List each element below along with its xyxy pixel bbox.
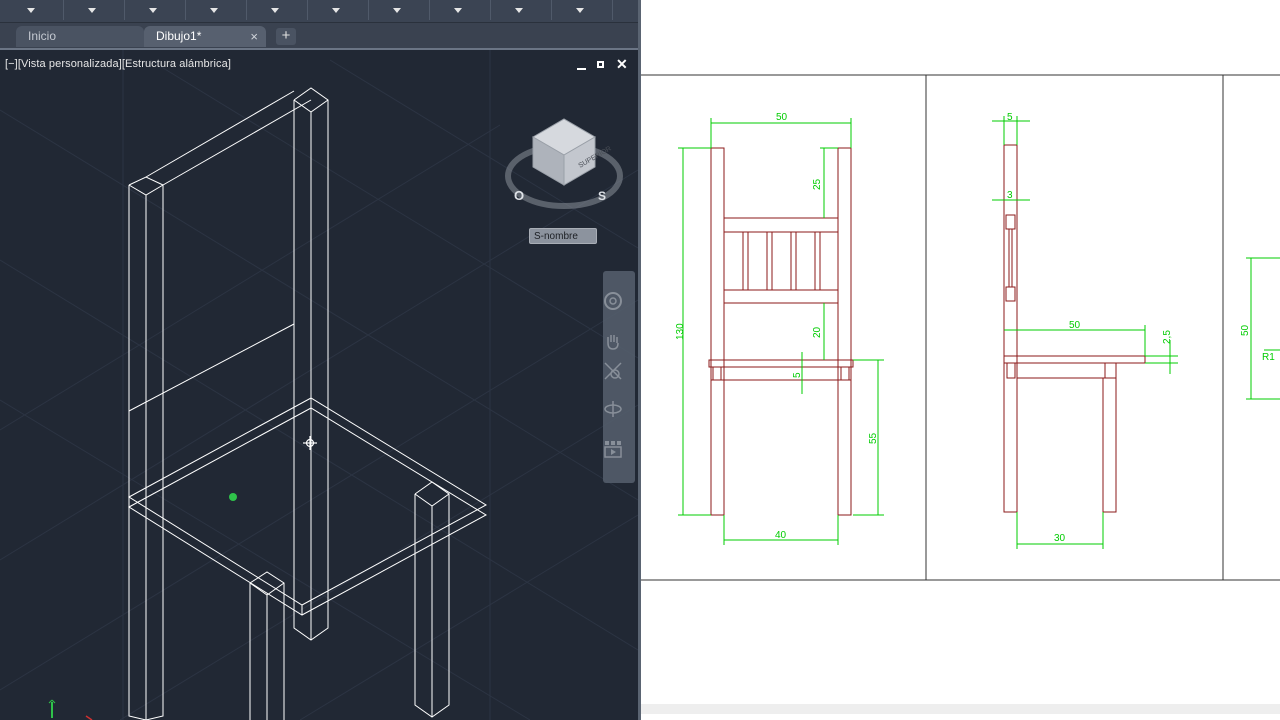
chair-wireframe (128, 87, 488, 720)
pivot-point-marker (229, 493, 237, 501)
dim-front-seat: 5 (792, 372, 803, 378)
file-tab-bar: Inicio Dibujo1* × + (0, 23, 640, 49)
side-view-dimensions (992, 116, 1178, 549)
navigation-bar (603, 271, 635, 483)
dim-front-lower: 20 (812, 326, 823, 338)
wireframe-canvas: SUPERIOR O S (0, 50, 638, 720)
dropdown-caret-icon (88, 8, 96, 13)
front-view-dimensions (678, 118, 884, 545)
close-tab-icon[interactable]: × (250, 26, 258, 47)
dim-side-seat-depth: 50 (1069, 320, 1081, 331)
ribbon-dropdown[interactable] (429, 0, 491, 20)
compass-west[interactable]: O (514, 188, 524, 203)
right-view-dimensions (1246, 257, 1280, 400)
crosshair-cursor (303, 436, 317, 450)
ribbon-dropdown[interactable] (63, 0, 125, 20)
orthographic-views: 50 25 130 20 5 55 40 5 3 50 2,5 30 50 R1 (641, 74, 1280, 714)
dim-right-radius: R1 (1262, 352, 1275, 363)
ribbon-dropdown[interactable] (2, 0, 64, 20)
viewport-controls-label[interactable]: [−][Vista personalizada][Estructura alám… (5, 58, 231, 70)
dropdown-caret-icon (27, 8, 35, 13)
dim-right-height: 50 (1240, 324, 1251, 336)
viewcube[interactable]: SUPERIOR O S (505, 118, 623, 209)
dropdown-caret-icon (149, 8, 157, 13)
showmotion-icon[interactable] (603, 439, 623, 459)
named-view-label: S-nombre (534, 231, 578, 242)
compass-south[interactable]: S (598, 189, 606, 203)
ribbon-dropdown[interactable] (490, 0, 552, 20)
pan-hand-icon[interactable] (603, 331, 623, 351)
dropdown-caret-icon (576, 8, 584, 13)
dim-front-leg: 55 (868, 432, 879, 444)
ribbon-dropdown[interactable] (185, 0, 247, 20)
front-view-outline (708, 147, 854, 516)
tab-dibujo1[interactable]: Dibujo1* × (144, 26, 266, 47)
new-tab-button[interactable]: + (276, 28, 296, 45)
orbit-icon[interactable] (603, 399, 623, 419)
zoom-extents-icon[interactable] (603, 361, 623, 381)
dim-side-seat-thickness: 2,5 (1162, 330, 1173, 344)
dropdown-caret-icon (210, 8, 218, 13)
tab-label: Inicio (28, 29, 57, 43)
close-icon[interactable]: ✕ (616, 57, 628, 71)
ribbon-dropdown[interactable] (368, 0, 430, 20)
ribbon-dropdown[interactable] (246, 0, 308, 20)
plus-icon: + (281, 27, 291, 44)
sheet-scrollbar[interactable] (641, 704, 1280, 714)
tab-label: Dibujo1* (156, 29, 202, 43)
maximize-icon[interactable] (597, 61, 604, 68)
dim-front-width-top: 50 (776, 112, 788, 123)
ribbon-dropdown[interactable] (124, 0, 186, 20)
ribbon-dropdown[interactable] (307, 0, 369, 20)
ucs-axis-icon (48, 699, 93, 720)
dim-front-total-height: 130 (675, 323, 686, 340)
dropdown-caret-icon (515, 8, 523, 13)
named-view-dropdown[interactable]: S-nombre (529, 228, 597, 244)
ribbon-dropdown[interactable] (551, 0, 613, 20)
ribbon-panel-strip (0, 0, 640, 23)
minimize-icon[interactable] (577, 68, 586, 70)
dim-side-top: 5 (1007, 112, 1013, 123)
tab-inicio[interactable]: Inicio (16, 26, 144, 47)
dim-front-upper: 25 (812, 178, 823, 190)
autocad-window: Inicio Dibujo1* × + SUPERIOR O S [−][Vis… (0, 0, 640, 720)
dropdown-caret-icon (332, 8, 340, 13)
dropdown-caret-icon (393, 8, 401, 13)
steering-wheel-icon[interactable] (603, 291, 623, 311)
dim-front-width-bottom: 40 (775, 530, 787, 541)
dim-side-mid: 3 (1007, 190, 1013, 201)
reference-drawing: 50 25 130 20 5 55 40 5 3 50 2,5 30 50 R1 (641, 0, 1280, 720)
sheet-frame (641, 74, 1280, 581)
model-viewport[interactable]: SUPERIOR O S [−][Vista personalizada][Es… (0, 50, 638, 720)
dropdown-caret-icon (454, 8, 462, 13)
dropdown-caret-icon (271, 8, 279, 13)
dim-side-bottom: 30 (1054, 533, 1066, 544)
